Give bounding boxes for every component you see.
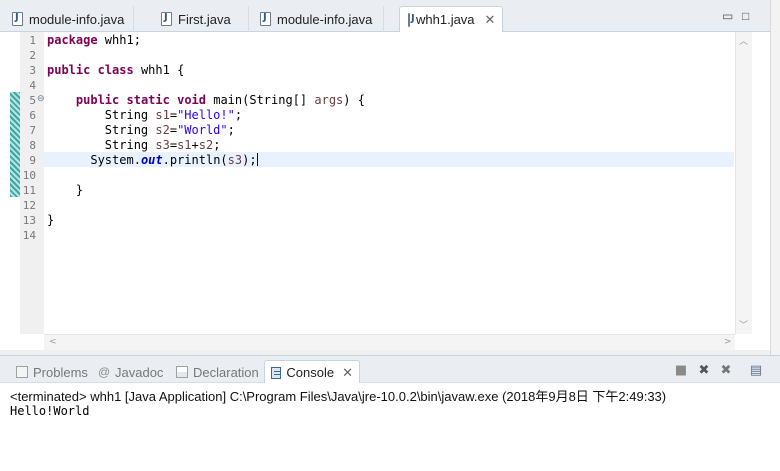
- line-number: 9: [29, 154, 36, 167]
- tab-first-java[interactable]: First.java: [153, 6, 249, 32]
- terminate-icon[interactable]: ■: [673, 362, 689, 378]
- console-status-line: <terminated> whh1 [Java Application] C:\…: [10, 389, 667, 404]
- code-text-area[interactable]: package whh1; public class whh1 { public…: [44, 32, 734, 334]
- code-line-9: System.out.println(s3);: [90, 153, 258, 167]
- quick-diff-change-bar: [10, 92, 20, 197]
- tab-label: First.java: [178, 11, 231, 27]
- line-number: 12: [22, 199, 36, 212]
- line-number: 5: [29, 94, 36, 107]
- tab-module-info-java-2[interactable]: module-info.java: [252, 6, 384, 32]
- tab-label: whh1.java: [416, 12, 475, 27]
- close-icon[interactable]: ✕: [342, 365, 353, 381]
- code-line-3: public class whh1 {: [47, 63, 185, 77]
- declaration-icon: [176, 366, 188, 378]
- tab-label: Console: [286, 365, 335, 380]
- tab-label: Javadoc: [115, 364, 164, 380]
- code-line-5: public static void main(String[] args) {: [75, 93, 365, 107]
- editor-tab-bar: module-info.java First.java module-info.…: [0, 0, 770, 32]
- right-side-panel-edge: [770, 0, 780, 355]
- vertical-scrollbar[interactable]: ︿ ﹀: [735, 32, 752, 334]
- code-editor[interactable]: 1 2 3 4 5 6 7 8 9 10 11 12 13 14 ⊖ packa…: [0, 32, 770, 350]
- scroll-right-icon[interactable]: >: [724, 337, 732, 347]
- scroll-left-icon[interactable]: <: [49, 337, 57, 347]
- java-file-icon: [260, 12, 271, 26]
- line-number: 6: [29, 109, 36, 122]
- tab-javadoc[interactable]: @ Javadoc: [92, 360, 169, 384]
- java-file-icon: [12, 12, 23, 26]
- code-line-1: package whh1;: [47, 33, 141, 47]
- tab-console[interactable]: Console ✕: [264, 360, 360, 384]
- tab-label: Declaration: [193, 364, 259, 380]
- scroll-up-icon[interactable]: ︿: [739, 34, 748, 47]
- text-caret: [256, 153, 258, 166]
- line-number: 7: [29, 124, 36, 137]
- tab-label: module-info.java: [29, 11, 125, 27]
- java-file-icon: [408, 12, 415, 27]
- remove-launch-icon[interactable]: ✖: [696, 362, 712, 378]
- console-output: Hello!World: [10, 404, 90, 418]
- code-line-8: String s3=s1+s2;: [104, 138, 221, 152]
- scroll-down-icon[interactable]: ﹀: [739, 318, 748, 331]
- line-number-ruler: 1 2 3 4 5 6 7 8 9 10 11 12 13 14: [20, 32, 44, 334]
- code-line-6: String s1="Hello!";: [104, 108, 243, 122]
- bottom-view-tab-bar: Problems @ Javadoc Declaration Console ✕…: [0, 355, 780, 384]
- remove-all-terminated-icon[interactable]: ✖: [718, 362, 734, 378]
- line-number: 1: [29, 34, 36, 47]
- problems-icon: [16, 366, 28, 378]
- minimize-icon[interactable]: ▭: [722, 9, 733, 23]
- tab-label: module-info.java: [277, 11, 373, 27]
- maximize-icon[interactable]: □: [742, 9, 749, 23]
- line-number: 8: [29, 139, 36, 152]
- line-number: 2: [29, 49, 36, 62]
- tab-problems[interactable]: Problems: [10, 360, 94, 384]
- code-line-7: String s2="World";: [104, 123, 235, 137]
- code-line-11: }: [75, 183, 84, 197]
- java-file-icon: [161, 12, 172, 26]
- code-line-13: }: [47, 213, 55, 227]
- line-number: 3: [29, 64, 36, 77]
- pin-console-icon[interactable]: ▤: [748, 362, 764, 378]
- tab-whh1-java[interactable]: whh1.java ✕: [399, 6, 503, 32]
- javadoc-at-icon: @: [98, 365, 111, 379]
- line-number: 10: [22, 169, 36, 182]
- console-icon: [271, 366, 282, 379]
- line-number: 11: [22, 184, 36, 197]
- left-ruler: [0, 32, 8, 350]
- tab-label: Problems: [33, 364, 88, 380]
- horizontal-scrollbar[interactable]: < >: [44, 334, 735, 350]
- console-view[interactable]: <terminated> whh1 [Java Application] C:\…: [0, 383, 780, 471]
- tab-declaration[interactable]: Declaration: [170, 360, 265, 384]
- tab-module-info-java-1[interactable]: module-info.java: [4, 6, 134, 32]
- line-number: 14: [22, 229, 36, 242]
- close-icon[interactable]: ✕: [485, 12, 496, 28]
- line-number: 4: [29, 79, 36, 92]
- line-number: 13: [22, 214, 36, 227]
